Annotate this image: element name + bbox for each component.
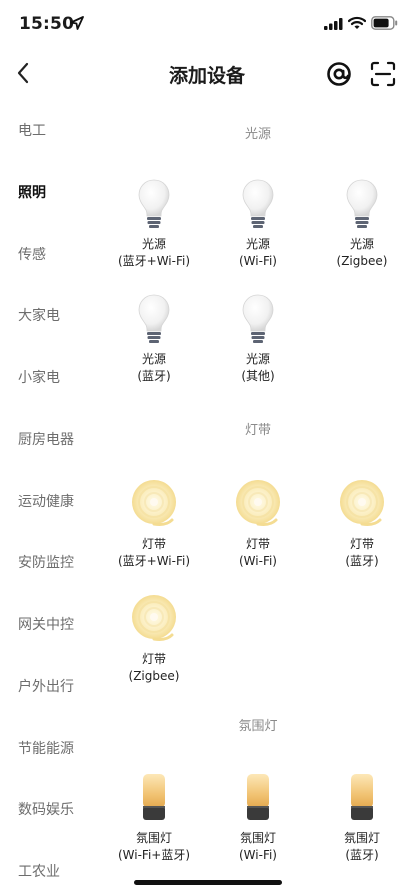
device-tile[interactable]: 氛围灯 (蓝牙) bbox=[310, 770, 414, 864]
ambient-lamp-icon bbox=[247, 774, 269, 820]
device-tile[interactable]: 氛围灯 (Wi-Fi) bbox=[206, 770, 310, 864]
sidebar-item-outdoor[interactable]: 户外出行 bbox=[18, 676, 74, 696]
device-name: 氛围灯 bbox=[135, 831, 172, 845]
device-tile[interactable]: 光源 (蓝牙) bbox=[102, 291, 206, 385]
sidebar-item-lighting[interactable]: 照明 bbox=[18, 182, 46, 202]
device-tile[interactable]: 灯带 (Wi-Fi) bbox=[206, 476, 310, 570]
device-name: 光源 bbox=[245, 352, 270, 366]
light-strip-icon bbox=[340, 480, 384, 526]
device-name: 光源 bbox=[141, 352, 166, 366]
sidebar-item-energy[interactable]: 节能能源 bbox=[18, 738, 74, 758]
device-protocol: (蓝牙) bbox=[345, 554, 379, 568]
device-name: 光源 bbox=[141, 237, 166, 251]
light-strip-icon bbox=[132, 480, 176, 526]
sidebar-item-kitchen[interactable]: 厨房电器 bbox=[18, 429, 74, 449]
sidebar-item-entertainment[interactable]: 数码娱乐 bbox=[18, 799, 74, 819]
bulb-icon bbox=[242, 294, 274, 343]
ambient-lamp-icon bbox=[143, 774, 165, 820]
device-tile[interactable]: 光源 (蓝牙+Wi-Fi) bbox=[102, 176, 206, 270]
device-tile[interactable]: 光源 (其他) bbox=[206, 291, 310, 385]
device-protocol: (Zigbee) bbox=[128, 669, 180, 683]
device-name: 光源 bbox=[245, 237, 270, 251]
scan-icon[interactable] bbox=[370, 61, 396, 87]
device-protocol: (Wi-Fi) bbox=[239, 554, 277, 568]
device-tile[interactable]: 氛围灯 (Wi-Fi+蓝牙) bbox=[102, 770, 206, 864]
battery-icon bbox=[371, 16, 398, 30]
nav-header: 添加设备 bbox=[0, 48, 414, 98]
sidebar-item-health[interactable]: 运动健康 bbox=[18, 491, 74, 511]
device-grid: 光源 光源 (蓝牙+Wi-Fi) 光源 (Wi-Fi) 光源 (Zigbee) bbox=[102, 98, 414, 896]
cellular-signal-icon bbox=[324, 18, 343, 30]
device-tile[interactable]: 光源 (Wi-Fi) bbox=[206, 176, 310, 270]
device-protocol: (Wi-Fi) bbox=[239, 848, 277, 862]
device-protocol: (Zigbee) bbox=[336, 254, 388, 268]
bulb-icon bbox=[346, 179, 378, 228]
device-protocol: (其他) bbox=[241, 369, 275, 383]
location-arrow-icon bbox=[70, 16, 84, 30]
sidebar-item-gateway[interactable]: 网关中控 bbox=[18, 614, 74, 634]
wifi-icon bbox=[348, 16, 366, 29]
sidebar-item-industry[interactable]: 工农业 bbox=[18, 861, 60, 881]
device-name: 灯带 bbox=[245, 537, 270, 551]
device-tile[interactable]: 灯带 (Zigbee) bbox=[102, 591, 206, 685]
home-indicator bbox=[134, 880, 282, 885]
section-title-light-strip: 灯带 bbox=[244, 423, 271, 438]
category-sidebar: 电工 照明 传感 大家电 小家电 厨房电器 运动健康 安防监控 网关中控 户外出… bbox=[0, 98, 112, 896]
device-name: 光源 bbox=[349, 237, 374, 251]
ambient-lamp-icon bbox=[351, 774, 373, 820]
device-tile[interactable]: 灯带 (蓝牙) bbox=[310, 476, 414, 570]
device-name: 灯带 bbox=[141, 537, 166, 551]
sidebar-item-security[interactable]: 安防监控 bbox=[18, 552, 74, 572]
status-bar: 15:50 bbox=[0, 0, 414, 48]
device-protocol: (Wi-Fi) bbox=[239, 254, 277, 268]
device-protocol: (Wi-Fi+蓝牙) bbox=[117, 848, 191, 862]
device-protocol: (蓝牙) bbox=[137, 369, 171, 383]
section-title-ambient-light: 氛围灯 bbox=[238, 719, 278, 734]
sidebar-item-small-appliance[interactable]: 小家电 bbox=[18, 367, 60, 387]
device-tile[interactable]: 光源 (Zigbee) bbox=[310, 176, 414, 270]
bulb-icon bbox=[242, 179, 274, 228]
device-protocol: (蓝牙+Wi-Fi) bbox=[117, 254, 191, 268]
section-title-light-source: 光源 bbox=[244, 127, 271, 142]
sidebar-item-large-appliance[interactable]: 大家电 bbox=[18, 305, 60, 325]
device-protocol: (蓝牙+Wi-Fi) bbox=[117, 554, 191, 568]
device-name: 氛围灯 bbox=[239, 831, 276, 845]
sidebar-item-sensor[interactable]: 传感 bbox=[18, 244, 46, 264]
device-name: 灯带 bbox=[141, 652, 166, 666]
device-name: 灯带 bbox=[349, 537, 374, 551]
device-protocol: (蓝牙) bbox=[345, 848, 379, 862]
bulb-icon bbox=[138, 294, 170, 343]
status-time: 15:50 bbox=[19, 14, 75, 34]
sidebar-item-electrician[interactable]: 电工 bbox=[18, 120, 46, 140]
light-strip-icon bbox=[236, 480, 280, 526]
device-tile[interactable]: 灯带 (蓝牙+Wi-Fi) bbox=[102, 476, 206, 570]
device-name: 氛围灯 bbox=[343, 831, 380, 845]
light-strip-icon bbox=[132, 595, 176, 641]
bulb-icon bbox=[138, 179, 170, 228]
at-sign-icon[interactable] bbox=[326, 61, 352, 87]
